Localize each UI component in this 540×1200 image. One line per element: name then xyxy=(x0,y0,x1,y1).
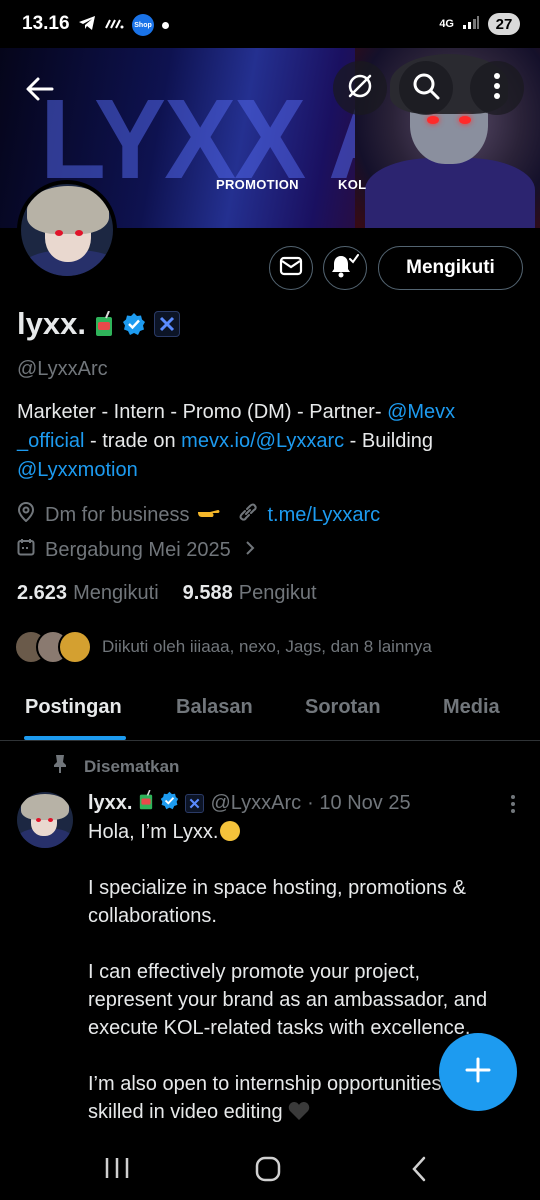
profile-avatar[interactable] xyxy=(17,180,117,280)
followed-by-row[interactable]: Diikuti oleh iiiaaa, nexo, Jags, dan 8 l… xyxy=(14,630,432,664)
banner-tag-promotion: PROMOTION xyxy=(216,177,299,192)
more-vertical-icon xyxy=(510,795,516,818)
post-paragraph: I can effectively promote your project, … xyxy=(88,961,488,1039)
tab-balasan[interactable]: Balasan xyxy=(176,696,253,719)
profile-joined-date: Bergabung Mei 2025 xyxy=(45,538,231,561)
mail-icon xyxy=(279,256,303,281)
juice-box-emoji-icon xyxy=(138,789,154,816)
bio-link-lyxxmotion[interactable]: @Lyxxmotion xyxy=(17,459,138,481)
profile-tabs: Postingan Balasan Sorotan Media xyxy=(0,686,540,741)
system-icons: 4G 27 xyxy=(439,13,520,35)
network-type: 4G xyxy=(439,18,454,30)
followers-count-link[interactable]: 9.588 Pengikut xyxy=(183,582,317,605)
bio-text: - trade on xyxy=(84,430,182,452)
bio-text: Marketer - Intern - Promo (DM) - Partner… xyxy=(17,401,388,423)
notifications-subscribe-button[interactable] xyxy=(323,246,367,290)
banner-tag-kol: KOL xyxy=(338,177,367,192)
link-icon xyxy=(238,502,258,528)
following-count: 2.623 xyxy=(17,582,68,604)
grok-button[interactable] xyxy=(333,61,387,115)
following-count-link[interactable]: 2.623 Mengikuti xyxy=(17,582,159,605)
post-author-avatar[interactable] xyxy=(17,792,73,848)
active-tab-indicator xyxy=(24,736,126,740)
chevron-right-icon xyxy=(245,539,255,562)
system-navigation-bar xyxy=(0,1140,540,1200)
following-button[interactable]: Mengikuti xyxy=(378,246,523,290)
pointing-hand-emoji-icon xyxy=(196,502,222,528)
post-paragraph: I’m also open to internship opportunitie… xyxy=(88,1073,481,1123)
followers-label: Pengikut xyxy=(238,582,317,604)
post-more-button[interactable] xyxy=(510,794,516,819)
profile-bio: Marketer - Intern - Promo (DM) - Partner… xyxy=(17,398,522,485)
tab-media[interactable]: Media xyxy=(443,696,500,719)
post-paragraph: I specialize in space hosting, promotion… xyxy=(88,877,466,927)
pinned-label-row: Disematkan xyxy=(52,754,179,779)
tab-postingan[interactable]: Postingan xyxy=(25,696,122,719)
more-options-button[interactable] xyxy=(470,61,524,115)
post-text: Hola, I’m Lyxx. I specialize in space ho… xyxy=(88,818,508,1157)
grok-icon xyxy=(345,71,375,106)
back-button[interactable] xyxy=(24,74,56,104)
location-pin-icon xyxy=(17,501,35,528)
search-icon xyxy=(412,72,440,105)
compose-post-button[interactable] xyxy=(439,1033,517,1111)
bio-text: - Building xyxy=(344,430,434,452)
search-button[interactable] xyxy=(399,61,453,115)
more-vertical-icon xyxy=(493,72,501,105)
juice-box-emoji-icon xyxy=(94,310,114,337)
post-header: lyxx. @LyxxArc · 10 Nov 25 xyxy=(88,789,411,816)
bell-check-icon xyxy=(330,253,360,284)
profile-website-link[interactable]: t.me/Lyxxarc xyxy=(268,504,381,527)
system-back-icon[interactable] xyxy=(410,1156,428,1187)
follow-counts: 2.623 Mengikuti 9.588 Pengikut xyxy=(17,582,317,605)
notification-icons: Shop xyxy=(78,14,169,36)
message-button[interactable] xyxy=(269,246,313,290)
affiliate-badge-icon[interactable] xyxy=(153,311,180,337)
verified-badge-icon xyxy=(160,791,179,816)
post-author-handle: @LyxxArc xyxy=(210,791,302,814)
status-bar: 13.16 Shop 4G 27 xyxy=(0,0,540,48)
pin-icon xyxy=(52,754,68,779)
pinned-label: Disematkan xyxy=(84,756,180,776)
post-paragraph: Hola, I’m Lyxx. xyxy=(88,821,219,843)
verified-badge-icon[interactable] xyxy=(122,312,146,336)
telegram-icon xyxy=(78,15,96,36)
battery-indicator: 27 xyxy=(488,13,520,35)
signal-lines-icon xyxy=(104,16,124,35)
recent-apps-icon[interactable] xyxy=(104,1156,130,1185)
status-time: 13.16 xyxy=(22,13,70,34)
black-heart-emoji-icon xyxy=(288,1101,310,1129)
follower-avatar xyxy=(58,630,92,664)
affiliate-badge-icon xyxy=(185,793,205,813)
post-author-name[interactable]: lyxx. xyxy=(88,792,132,815)
calendar-icon xyxy=(17,538,35,562)
followed-by-text: Diikuti oleh iiiaaa, nexo, Jags, dan 8 l… xyxy=(102,637,432,656)
tab-sorotan[interactable]: Sorotan xyxy=(305,696,381,719)
bio-link-mevx[interactable]: mevx.io/@Lyxxarc xyxy=(181,430,344,452)
profile-name-row: lyxx. xyxy=(17,306,180,342)
nerd-face-emoji-icon xyxy=(220,821,241,841)
profile-joined-row[interactable]: Bergabung Mei 2025 xyxy=(17,538,255,562)
home-icon[interactable] xyxy=(255,1156,281,1187)
shop-app-icon: Shop xyxy=(132,14,154,36)
profile-meta-row: Dm for business t.me/Lyxxarc xyxy=(17,501,381,528)
notification-dot-icon xyxy=(162,21,169,29)
profile-location: Dm for business xyxy=(45,503,190,526)
post-date: · 10 Nov 25 xyxy=(307,791,411,814)
plus-icon xyxy=(464,1056,492,1089)
following-label: Mengikuti xyxy=(73,582,159,604)
display-name: lyxx. xyxy=(17,306,86,341)
profile-handle: @LyxxArc xyxy=(17,358,108,380)
followers-count: 9.588 xyxy=(182,582,233,604)
cell-signal-icon xyxy=(462,14,480,35)
